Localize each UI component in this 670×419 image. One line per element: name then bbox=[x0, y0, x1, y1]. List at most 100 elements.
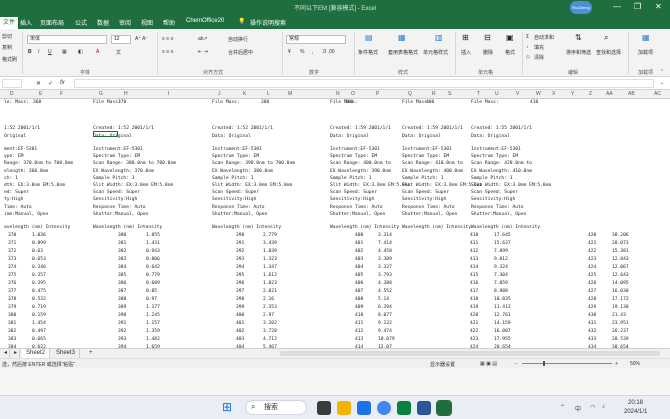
intensity-cell[interactable]: 7.414 bbox=[378, 241, 392, 247]
wavelength-cell[interactable]: 378 bbox=[8, 297, 16, 303]
intensity-cell[interactable]: 0.719 bbox=[32, 305, 46, 311]
percent-button[interactable]: % bbox=[300, 49, 304, 55]
column-header-w[interactable]: W bbox=[536, 91, 541, 97]
column-header-aa[interactable]: AA bbox=[606, 91, 613, 97]
wavelength-cell[interactable]: 391 bbox=[236, 241, 244, 247]
wavelength-cell[interactable]: 373 bbox=[8, 257, 16, 263]
header-cell[interactable]: Spectrum Type: EM bbox=[93, 154, 140, 160]
intensity-cell[interactable]: 0.779 bbox=[146, 273, 160, 279]
header-cell[interactable]: Spectrum Type: EM bbox=[330, 154, 377, 160]
intensity-cell[interactable]: 1.482 bbox=[146, 337, 160, 343]
wavelength-cell[interactable]: 375 bbox=[8, 273, 16, 279]
intensity-cell[interactable]: 4.552 bbox=[378, 289, 392, 295]
task-view-icon[interactable] bbox=[317, 401, 331, 415]
column-header-o[interactable]: O bbox=[351, 91, 355, 97]
intensity-cell[interactable]: 9.324 bbox=[494, 265, 508, 271]
intensity-cell[interactable]: 2.97 bbox=[263, 313, 274, 319]
header-cell[interactable]: Instrument:EF-5301 bbox=[330, 147, 380, 153]
intensity-cell[interactable]: 4.712 bbox=[263, 337, 277, 343]
intensity-cell[interactable]: 1.157 bbox=[146, 321, 160, 327]
wavelength-cell[interactable]: 433 bbox=[588, 337, 596, 343]
wavelength-cell[interactable]: 426 bbox=[588, 281, 596, 287]
addin-button[interactable]: 加载项 bbox=[638, 49, 653, 56]
header-cell[interactable]: Sensitivity:High bbox=[402, 197, 446, 203]
wavelength-cell[interactable]: 406 bbox=[355, 281, 363, 287]
intensity-cell[interactable]: 0.806 bbox=[146, 257, 160, 263]
column-header-q[interactable]: Q bbox=[408, 91, 412, 97]
intensity-cell[interactable]: 9.012 bbox=[494, 257, 508, 263]
volume-icon[interactable]: ♪ bbox=[602, 404, 605, 410]
wavelength-cell[interactable]: 382 bbox=[8, 329, 16, 335]
expand-formula-icon[interactable]: ⌄ bbox=[660, 80, 664, 86]
header-cell[interactable]: Sample Pitch: 1 bbox=[330, 176, 372, 182]
wavelength-cell[interactable]: 401 bbox=[355, 241, 363, 247]
column-header-k[interactable]: K bbox=[243, 91, 246, 97]
wavelength-cell[interactable]: 429 bbox=[588, 305, 596, 311]
align-left-icon[interactable]: ≡ ≡ ≡ bbox=[162, 49, 174, 55]
wavelength-cell[interactable]: 392 bbox=[118, 329, 126, 335]
table-header-cell[interactable]: Wavelength (nm) Intensity bbox=[330, 225, 399, 231]
header-cell[interactable]: Sensitivity:High bbox=[212, 197, 256, 203]
intensity-cell[interactable]: 0.689 bbox=[146, 281, 160, 287]
wavelength-cell[interactable]: 371 bbox=[8, 241, 16, 247]
wavelength-cell[interactable]: 403 bbox=[355, 257, 363, 263]
column-header-l[interactable]: L bbox=[267, 91, 270, 97]
header-cell[interactable]: Slit Width: EX:3.0nm EM:5.0nm bbox=[471, 183, 551, 189]
header-cell[interactable]: Scan Speed: Super bbox=[471, 190, 518, 196]
wavelength-cell[interactable]: 431 bbox=[588, 321, 596, 327]
header-cell[interactable]: Sample Pitch: 1 bbox=[212, 176, 254, 182]
clock-time[interactable]: 20:18 bbox=[628, 400, 643, 406]
intensity-cell[interactable]: 14.095 bbox=[612, 281, 629, 287]
wavelength-cell[interactable]: 423 bbox=[470, 337, 478, 343]
column-header-y[interactable]: Y bbox=[571, 91, 574, 97]
formula-input[interactable] bbox=[74, 79, 654, 88]
intensity-cell[interactable]: 0.357 bbox=[32, 273, 46, 279]
column-header-ac[interactable]: AC bbox=[654, 91, 661, 97]
format-cells-button[interactable]: 格式 bbox=[505, 49, 515, 56]
column-header-x[interactable]: X bbox=[552, 91, 555, 97]
intensity-cell[interactable]: 3.389 bbox=[378, 257, 392, 263]
wavelength-cell[interactable]: 390 bbox=[236, 233, 244, 239]
intensity-cell[interactable]: 12.643 bbox=[612, 273, 629, 279]
header-cell[interactable]: Data: Original bbox=[471, 134, 510, 140]
wavelength-cell[interactable]: 400 bbox=[236, 313, 244, 319]
comma-button[interactable]: , bbox=[312, 49, 313, 55]
column-header-n[interactable]: N bbox=[336, 91, 340, 97]
intensity-cell[interactable]: 8.988 bbox=[494, 289, 508, 295]
tab-chemoffice[interactable]: ChemOffice20 bbox=[186, 18, 224, 24]
font-name-select[interactable]: 宋体 bbox=[27, 35, 107, 44]
wavelength-cell[interactable]: 404 bbox=[355, 265, 363, 271]
intensity-cell[interactable]: 2.16 bbox=[263, 297, 274, 303]
zoom-slider[interactable] bbox=[522, 363, 612, 364]
intensity-cell[interactable]: 23.951 bbox=[612, 321, 629, 327]
close-button[interactable]: ✕ bbox=[655, 2, 662, 11]
wavelength-cell[interactable]: 391 bbox=[118, 321, 126, 327]
header-cell[interactable]: 400 bbox=[426, 100, 434, 106]
intensity-cell[interactable]: 1.359 bbox=[146, 329, 160, 335]
header-cell[interactable]: Shutter:Manual, Open bbox=[471, 212, 526, 218]
tab-help[interactable]: 帮助 bbox=[163, 18, 175, 27]
header-cell[interactable]: File Mass: bbox=[471, 100, 499, 106]
wavelength-cell[interactable]: 392 bbox=[236, 249, 244, 255]
header-cell[interactable]: Sensitivity:High bbox=[330, 197, 374, 203]
tab-view[interactable]: 视图 bbox=[141, 18, 153, 27]
column-header-i[interactable]: I bbox=[168, 91, 169, 97]
header-cell[interactable]: Time: Auto bbox=[4, 205, 32, 211]
windows-start-icon[interactable]: ⊞ bbox=[222, 400, 232, 414]
wavelength-cell[interactable]: 407 bbox=[355, 289, 363, 295]
wavelength-cell[interactable]: 418 bbox=[470, 297, 478, 303]
header-cell[interactable]: ed: Super bbox=[4, 190, 29, 196]
header-cell[interactable]: File Mass: bbox=[93, 100, 121, 106]
header-cell[interactable]: ch: 1 bbox=[4, 176, 18, 182]
header-cell[interactable]: 410 bbox=[530, 100, 538, 106]
intensity-cell[interactable]: 3.728 bbox=[263, 329, 277, 335]
wavelength-cell[interactable]: 379 bbox=[8, 305, 16, 311]
header-cell[interactable]: ype: EM bbox=[4, 154, 23, 160]
column-header-d[interactable]: D bbox=[10, 91, 14, 97]
intensity-cell[interactable]: 7.304 bbox=[494, 273, 508, 279]
column-header-s[interactable]: S bbox=[448, 91, 451, 97]
column-header-ab[interactable]: AB bbox=[628, 91, 635, 97]
intensity-cell[interactable]: 16.030 bbox=[612, 289, 629, 295]
intensity-cell[interactable]: 12.067 bbox=[612, 265, 629, 271]
intensity-cell[interactable]: 17.172 bbox=[612, 297, 629, 303]
